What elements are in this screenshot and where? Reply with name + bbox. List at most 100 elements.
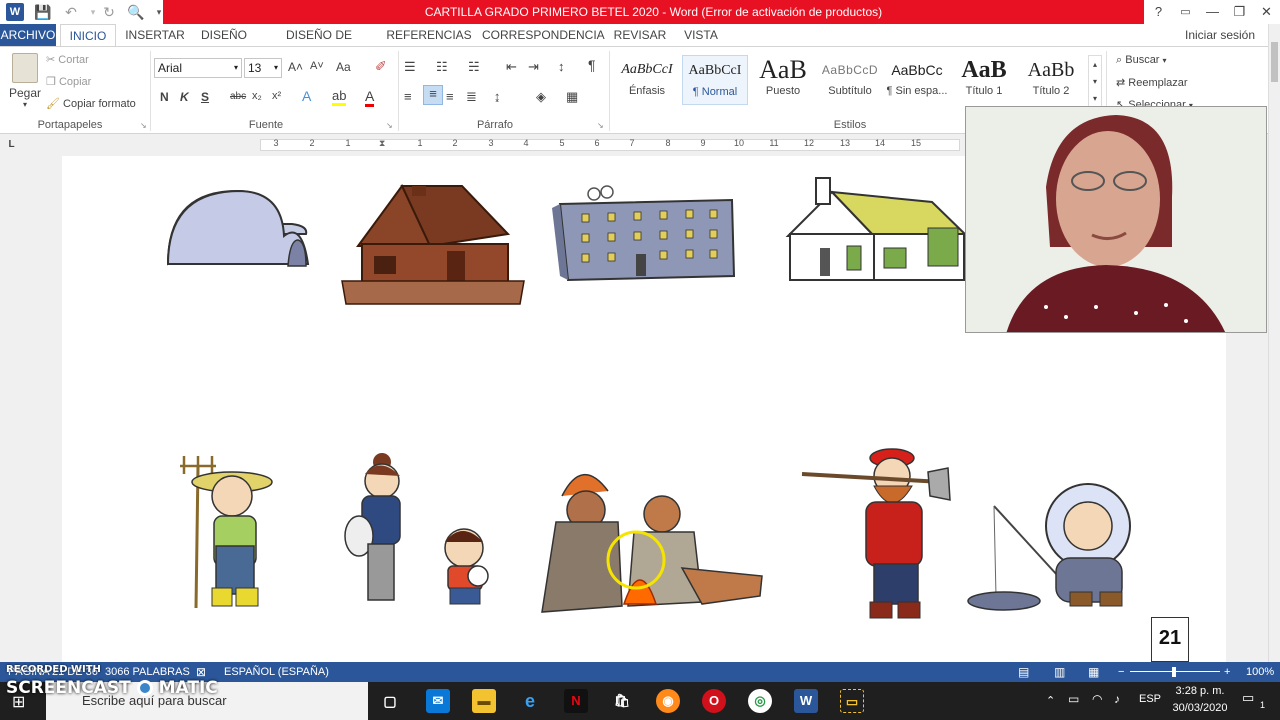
opera-icon[interactable]: O <box>702 689 726 713</box>
wifi-icon[interactable]: ◠ <box>1092 692 1102 706</box>
keyboard-language[interactable]: ESP <box>1139 693 1161 705</box>
vertical-scrollbar[interactable] <box>1268 24 1280 662</box>
numbering-icon[interactable]: ☷ <box>436 59 448 75</box>
text-effects-icon[interactable]: A <box>302 88 311 104</box>
shading-icon[interactable]: ◈ <box>536 89 546 105</box>
bold-button[interactable]: N <box>160 90 169 104</box>
language-status[interactable]: ESPAÑOL (ESPAÑA) <box>224 662 329 682</box>
mail-icon[interactable]: ✉ <box>426 689 450 713</box>
log-cabin-image <box>341 184 525 305</box>
zoom-level[interactable]: 100% <box>1246 662 1274 682</box>
tab-referencias[interactable]: REFERENCIAS <box>386 24 472 46</box>
zoom-slider-thumb[interactable] <box>1172 667 1176 677</box>
sign-in-link[interactable]: Iniciar sesión <box>1180 24 1260 46</box>
strikethrough-button[interactable]: abc <box>230 91 246 102</box>
font-size-combo[interactable]: 13 ▾ <box>244 58 282 78</box>
find-button[interactable]: ⌕ Buscar ▾ <box>1116 54 1167 67</box>
style-titulo-2[interactable]: AaBb Título 2 <box>1018 55 1084 105</box>
multilevel-list-icon[interactable]: ☵ <box>468 59 480 75</box>
sort-icon[interactable]: ↕ <box>558 59 565 74</box>
tab-archivo[interactable]: ARCHIVO <box>0 24 56 46</box>
tab-selector[interactable]: L <box>5 138 18 151</box>
tab-revisar[interactable]: REVISAR <box>610 24 670 46</box>
font-color-icon[interactable]: A <box>365 88 375 107</box>
subscript-button[interactable]: x₂ <box>252 90 262 102</box>
style-enfasis[interactable]: AaBbCcI Énfasis <box>614 55 680 105</box>
tab-correspondencia[interactable]: CORRESPONDENCIA <box>482 24 605 46</box>
italic-button[interactable]: K <box>180 90 189 104</box>
highlight-icon[interactable]: ab <box>332 88 347 106</box>
ribbon-display-button[interactable]: ▭ <box>1172 0 1199 24</box>
bullets-icon[interactable]: ☰ <box>404 59 416 75</box>
tab-diseno-pagina[interactable]: DISEÑO DE PÁGINA <box>262 24 376 64</box>
screencast-taskbar-icon[interactable]: ▭ <box>840 689 864 713</box>
volume-icon[interactable]: ♪ <box>1114 692 1120 706</box>
print-preview-icon[interactable]: 🔍 <box>127 3 145 21</box>
cut-button[interactable]: ✂ Cortar <box>46 53 89 66</box>
decrease-indent-icon[interactable]: ⇤ <box>506 59 517 75</box>
tab-vista[interactable]: VISTA <box>680 24 722 46</box>
read-mode-icon[interactable]: ▤ <box>1018 662 1029 682</box>
clock-date[interactable]: 30/03/2020 <box>1170 702 1230 714</box>
grow-font-button[interactable]: A˄ <box>288 60 303 74</box>
chevron-up-icon[interactable]: ⌃ <box>1046 694 1055 707</box>
store-icon[interactable]: 🛍 <box>610 689 634 713</box>
file-explorer-icon[interactable]: ▬ <box>472 689 496 713</box>
redo-icon[interactable]: ↻ <box>100 3 118 21</box>
tab-diseno[interactable]: DISEÑO <box>196 24 252 46</box>
font-launcher-icon[interactable]: ↘ <box>386 121 393 130</box>
align-left-icon[interactable]: ≡ <box>404 89 412 104</box>
superscript-button[interactable]: x² <box>272 90 281 102</box>
zoom-out-button[interactable]: − <box>1118 662 1124 682</box>
clipboard-launcher-icon[interactable]: ↘ <box>140 121 147 130</box>
minimize-button[interactable]: — <box>1199 0 1226 24</box>
web-layout-icon[interactable]: ▦ <box>1088 662 1099 682</box>
undo-icon[interactable]: ↶ <box>62 3 80 21</box>
copy-button[interactable]: ❐ Copiar <box>46 75 91 88</box>
underline-button[interactable]: S <box>201 90 209 104</box>
paste-button[interactable]: Pegar ▾ <box>8 53 42 113</box>
restore-button[interactable]: ❐ <box>1226 0 1253 24</box>
change-case-button[interactable]: Aa <box>336 60 351 74</box>
style-sin-espaciado[interactable]: AaBbCc ¶ Sin espa... <box>884 55 950 105</box>
replace-button[interactable]: ⇄ Reemplazar <box>1116 76 1188 89</box>
line-spacing-icon[interactable]: ↨ <box>494 89 501 104</box>
style-puesto[interactable]: AaB Puesto <box>750 55 816 105</box>
help-button[interactable]: ? <box>1145 0 1172 24</box>
word-app-icon[interactable]: W <box>6 3 24 21</box>
format-painter-button[interactable]: 🖌 Copiar formato <box>46 97 136 110</box>
notifications-icon[interactable]: ▭ <box>1242 690 1254 706</box>
justify-icon[interactable]: ≣ <box>466 89 477 105</box>
ruler-number: 14 <box>875 138 886 148</box>
show-marks-button[interactable]: ¶ <box>588 57 596 73</box>
styles-scroll[interactable]: ▴ ▾ ▾ <box>1088 55 1102 107</box>
clear-formatting-icon[interactable]: ✐ <box>375 58 387 75</box>
tab-inicio[interactable]: INICIO <box>60 24 116 46</box>
borders-icon[interactable]: ▦ <box>566 89 578 105</box>
paragraph-launcher-icon[interactable]: ↘ <box>597 121 604 130</box>
task-view-icon[interactable]: ▢ <box>378 689 402 713</box>
style-normal[interactable]: AaBbCcI ¶ Normal <box>682 55 748 105</box>
font-name-combo[interactable]: Arial ▾ <box>154 58 242 78</box>
clock-time[interactable]: 3:28 p. m. <box>1170 685 1230 697</box>
shrink-font-button[interactable]: A˅ <box>310 60 324 72</box>
close-button[interactable]: ✕ <box>1253 0 1280 24</box>
zoom-in-button[interactable]: + <box>1224 662 1230 682</box>
style-titulo-1[interactable]: AaB Título 1 <box>951 55 1017 105</box>
style-subtitulo[interactable]: AaBbCcD Subtítulo <box>817 55 883 105</box>
indent-marker[interactable]: ⧗ <box>379 138 385 149</box>
align-right-icon[interactable]: ≡ <box>446 89 454 104</box>
chrome-icon[interactable]: ◎ <box>748 689 772 713</box>
edge-icon[interactable]: e <box>518 689 542 713</box>
battery-icon[interactable]: ▭ <box>1068 692 1079 706</box>
firefox-icon[interactable]: ◉ <box>656 689 680 713</box>
tab-insertar[interactable]: INSERTAR <box>122 24 188 46</box>
word-taskbar-icon[interactable]: W <box>794 689 818 713</box>
scrollbar-thumb[interactable] <box>1271 42 1278 82</box>
netflix-icon[interactable]: N <box>564 689 588 713</box>
increase-indent-icon[interactable]: ⇥ <box>528 59 539 75</box>
print-layout-icon[interactable]: ▥ <box>1054 662 1065 682</box>
horizontal-ruler[interactable]: 3 2 1 1 2 3 4 5 6 7 8 9 10 11 12 13 14 1… <box>260 138 960 151</box>
align-center-icon[interactable]: ≡ <box>423 85 443 105</box>
save-icon[interactable]: 💾 <box>34 3 52 21</box>
